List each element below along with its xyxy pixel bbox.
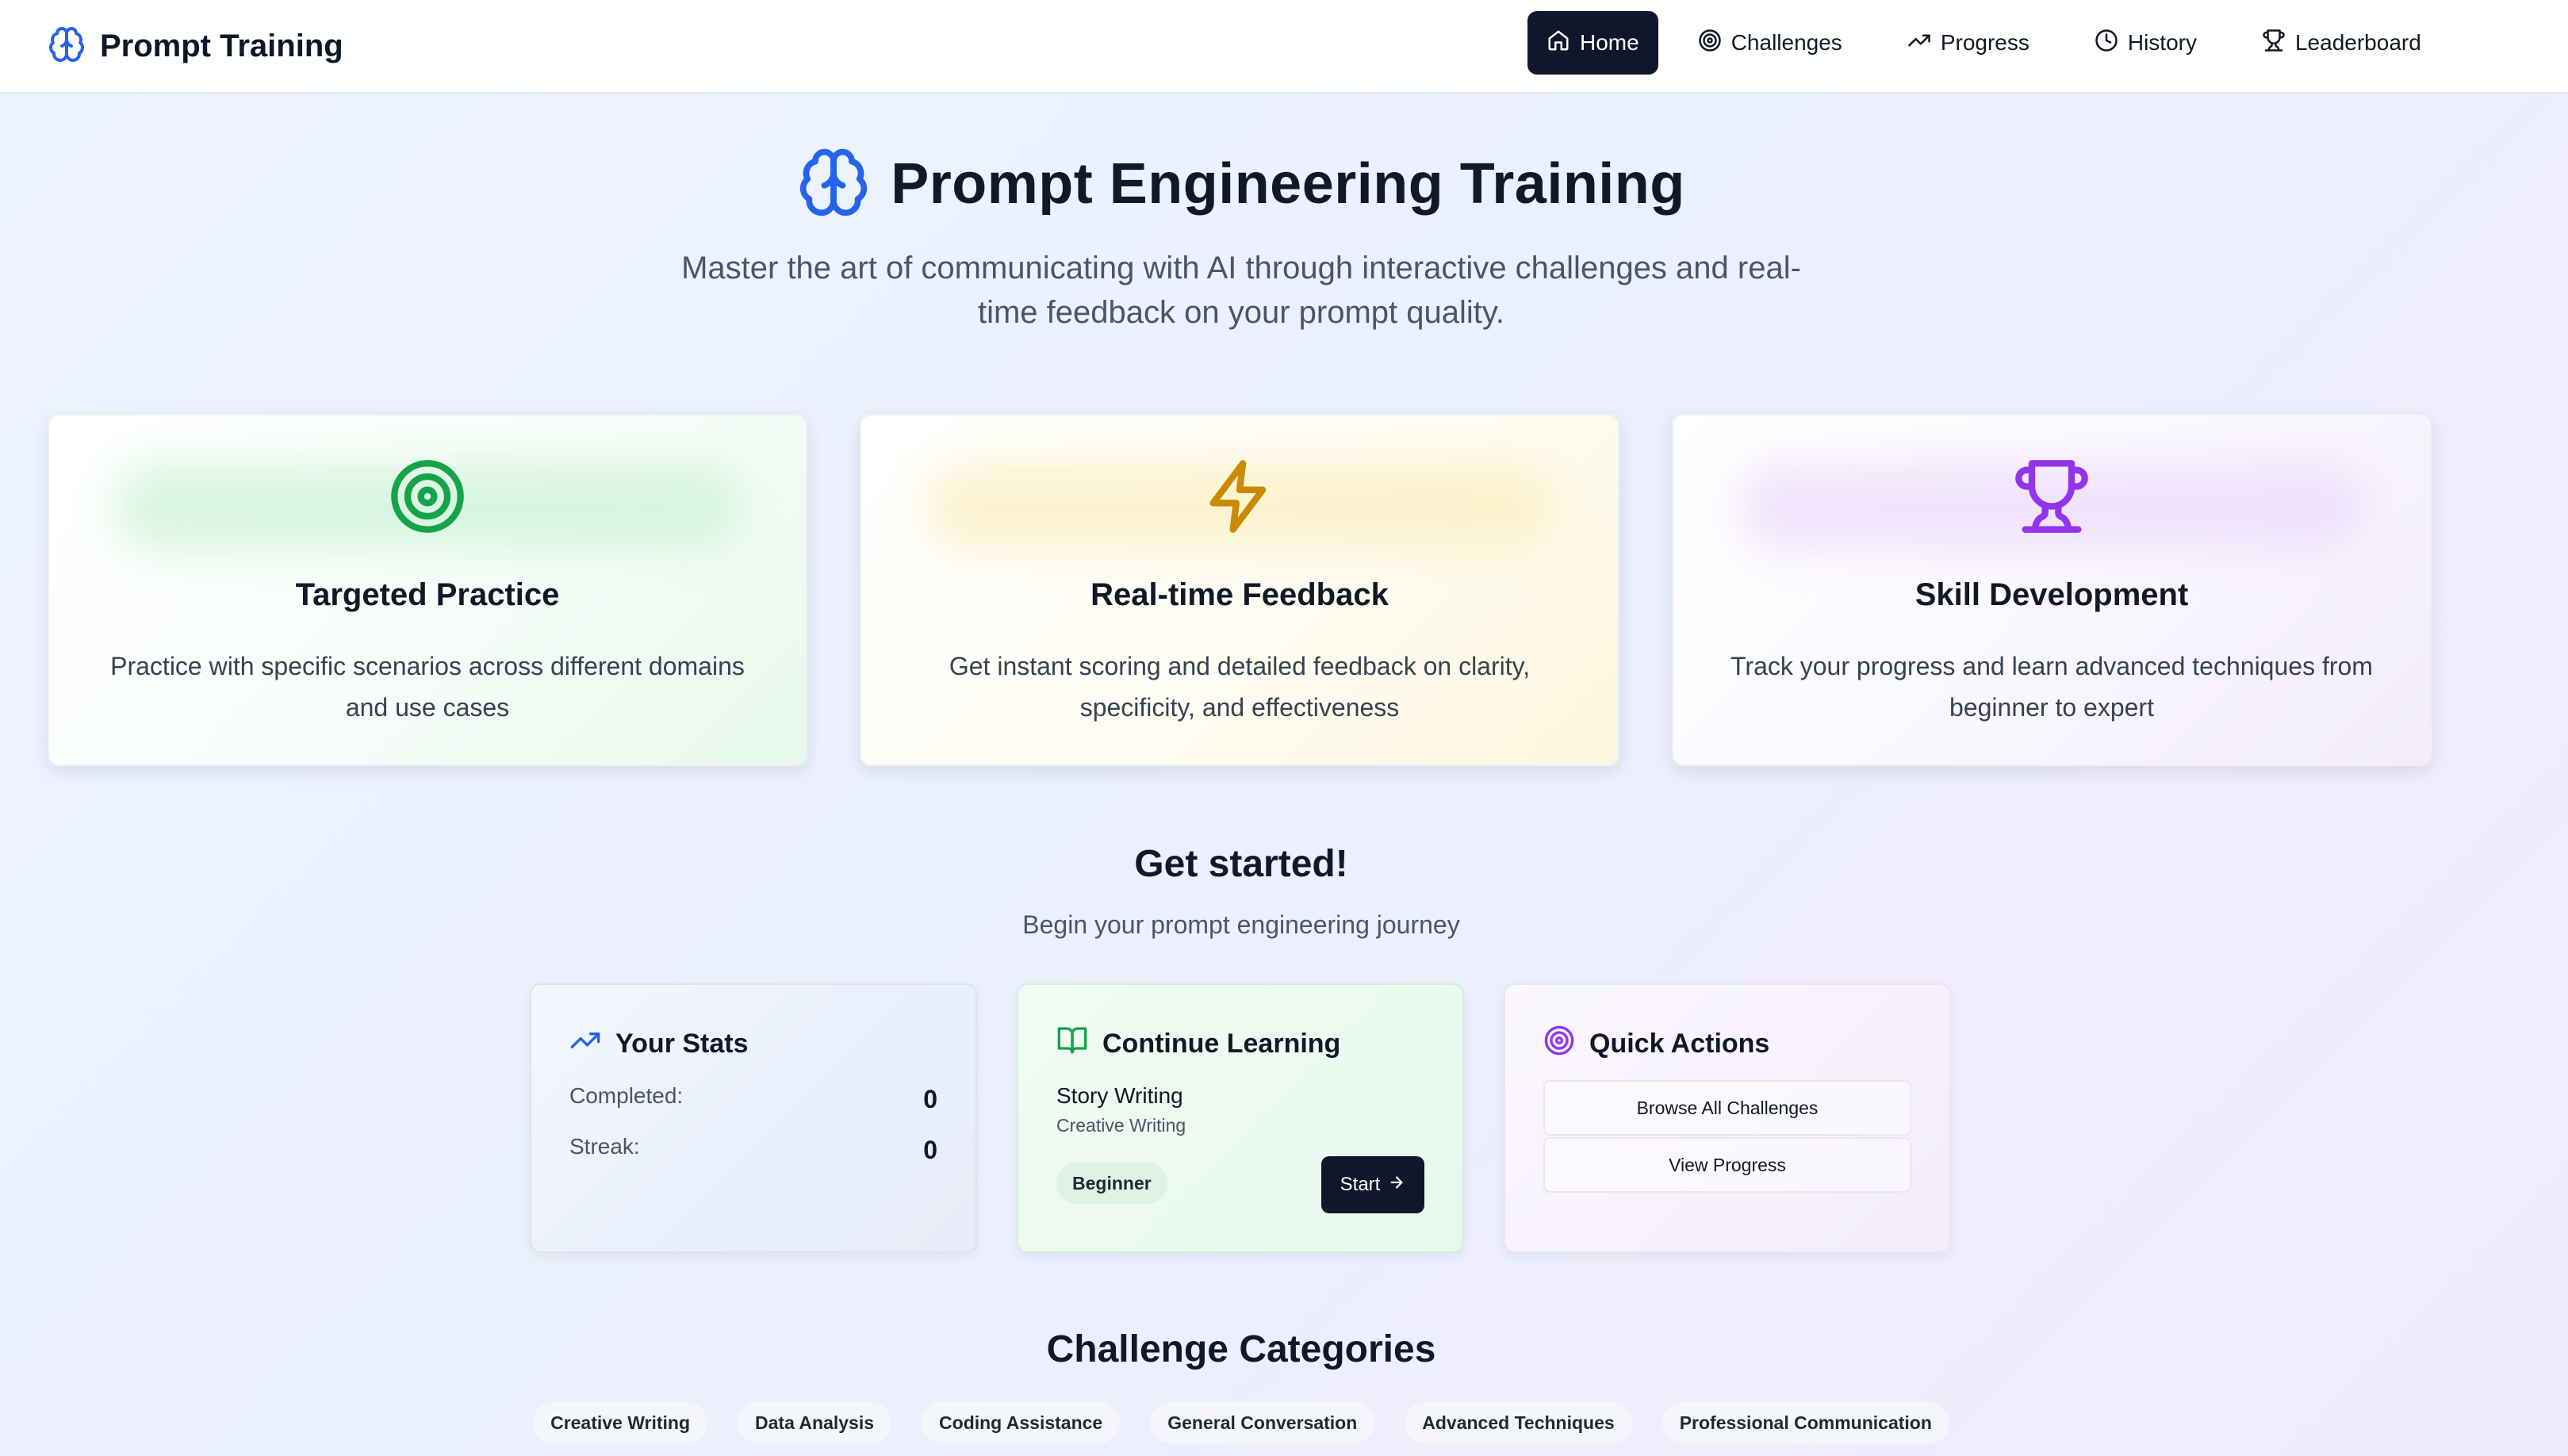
trophy-icon xyxy=(2012,457,2091,536)
feature-description: Track your progress and learn advanced t… xyxy=(1731,652,2373,722)
get-started-subtitle: Begin your prompt engineering journey xyxy=(1022,910,1460,939)
lightning-icon xyxy=(1200,457,1279,536)
nav-links: Home Challenges Progress History Leaderb… xyxy=(1527,11,2447,75)
category-chip-creative-writing[interactable]: Creative Writing xyxy=(533,1402,708,1443)
nav-history[interactable]: History xyxy=(2069,11,2222,75)
clock-icon xyxy=(2095,29,2118,58)
challenge-category: Creative Writing xyxy=(1056,1115,1186,1136)
stats-card: Your Stats Completed: 0 Streak: 0 xyxy=(530,983,977,1253)
category-chip-coding-assistance[interactable]: Coding Assistance xyxy=(922,1402,1121,1443)
nav-home-label: Home xyxy=(1580,30,1639,55)
start-button-label: Start xyxy=(1340,1174,1381,1195)
continue-learning-header: Continue Learning xyxy=(1056,1026,1340,1061)
hero-heading: Prompt Engineering Training xyxy=(0,144,2482,224)
streak-value: 0 xyxy=(923,1136,937,1164)
get-started-title: Get started! xyxy=(1134,843,1348,885)
categories-title: Challenge Categories xyxy=(1046,1328,1436,1370)
target-icon xyxy=(1698,29,1722,58)
category-chip-advanced-techniques[interactable]: Advanced Techniques xyxy=(1405,1402,1632,1443)
category-chip-data-analysis[interactable]: Data Analysis xyxy=(738,1402,892,1443)
nav-leaderboard-label: Leaderboard xyxy=(2294,30,2421,55)
continue-learning-card: Continue Learning Story Writing Creative… xyxy=(1017,983,1464,1253)
hero-subtitle: Master the art of communicating with AI … xyxy=(681,251,1801,330)
completed-value: 0 xyxy=(923,1085,937,1113)
start-button[interactable]: Start xyxy=(1321,1156,1424,1213)
feature-title: Skill Development xyxy=(1915,577,2189,612)
feature-card-realtime-feedback: Real-time Feedback Get instant scoring a… xyxy=(860,414,1619,766)
brain-icon xyxy=(797,146,870,223)
quick-actions-card: Quick Actions Browse All Challenges View… xyxy=(1504,983,1951,1253)
page-title: Prompt Engineering Training xyxy=(891,152,1685,216)
trending-up-icon xyxy=(569,1025,601,1063)
feature-title: Real-time Feedback xyxy=(1090,577,1389,612)
trending-up-icon xyxy=(1907,29,1931,58)
home-icon xyxy=(1547,29,1570,58)
level-badge: Beginner xyxy=(1056,1163,1167,1204)
nav-leaderboard[interactable]: Leaderboard xyxy=(2236,11,2447,75)
feature-description: Get instant scoring and detailed feedbac… xyxy=(949,652,1531,722)
stats-card-header: Your Stats xyxy=(569,1026,749,1061)
target-icon xyxy=(1543,1025,1575,1063)
nav-home[interactable]: Home xyxy=(1527,11,1658,75)
target-icon xyxy=(388,457,467,536)
completed-label: Completed: xyxy=(569,1083,684,1108)
stats-card-title: Your Stats xyxy=(615,1028,749,1059)
brand[interactable]: Prompt Training xyxy=(48,22,343,70)
continue-learning-title: Continue Learning xyxy=(1102,1028,1341,1059)
nav-challenges-label: Challenges xyxy=(1731,30,1842,55)
brain-icon xyxy=(48,25,86,67)
feature-card-skill-development: Skill Development Track your progress an… xyxy=(1672,414,2432,766)
nav-progress[interactable]: Progress xyxy=(1882,11,2055,75)
feature-card-targeted-practice: Targeted Practice Practice with specific… xyxy=(48,414,807,766)
quick-actions-header: Quick Actions xyxy=(1543,1025,1770,1063)
book-open-icon xyxy=(1056,1025,1088,1063)
feature-description: Practice with specific scenarios across … xyxy=(110,652,745,722)
browse-challenges-button[interactable]: Browse All Challenges xyxy=(1543,1080,1911,1136)
top-navbar: Prompt Training Home Challenges Progress… xyxy=(0,0,2568,94)
trophy-icon xyxy=(2262,29,2286,58)
quick-actions-title: Quick Actions xyxy=(1589,1028,1770,1059)
brand-title: Prompt Training xyxy=(100,28,343,63)
category-chip-general-conversation[interactable]: General Conversation xyxy=(1150,1402,1375,1443)
challenge-title: Story Writing xyxy=(1056,1083,1183,1108)
nav-progress-label: Progress xyxy=(1940,30,2029,55)
category-chips: Creative Writing Data Analysis Coding As… xyxy=(0,1402,2482,1443)
view-progress-button[interactable]: View Progress xyxy=(1543,1137,1911,1193)
category-chip-professional-communication[interactable]: Professional Communication xyxy=(1662,1402,1949,1443)
feature-title: Targeted Practice xyxy=(295,577,560,612)
streak-label: Streak: xyxy=(569,1134,640,1159)
arrow-right-icon xyxy=(1388,1174,1405,1197)
nav-challenges[interactable]: Challenges xyxy=(1673,11,1868,75)
nav-history-label: History xyxy=(2127,30,2197,55)
